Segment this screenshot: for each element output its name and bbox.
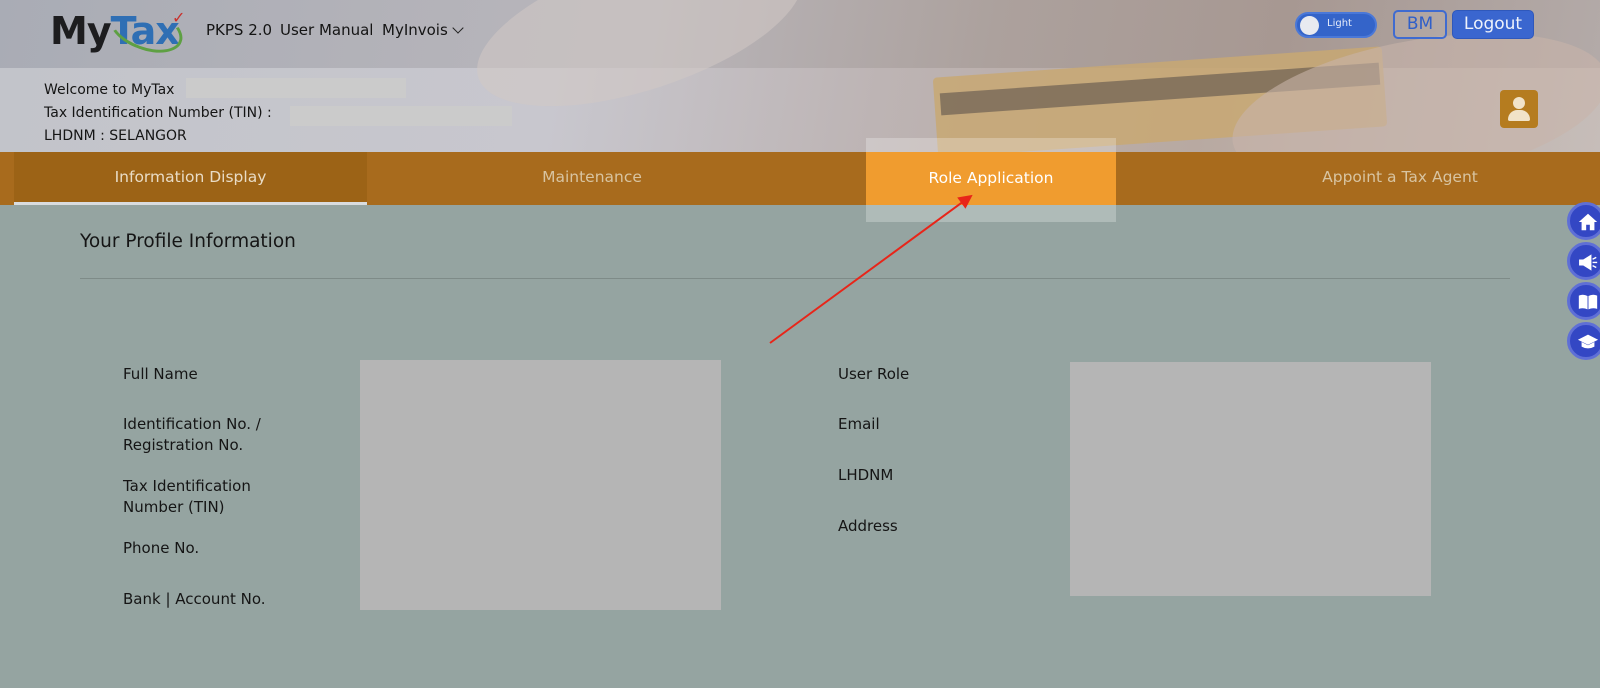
section-divider xyxy=(80,278,1510,279)
tab-role-application[interactable]: Role Application xyxy=(866,152,1116,205)
tab-appoint-tax-agent[interactable]: Appoint a Tax Agent xyxy=(1200,152,1600,205)
banner-photo-hand xyxy=(458,0,822,140)
label-tin-line2: Number (TIN) xyxy=(123,498,225,516)
label-tin-line1: Tax Identification xyxy=(123,477,251,495)
user-profile-button[interactable] xyxy=(1500,90,1538,128)
side-button-learning[interactable] xyxy=(1567,322,1600,360)
graduation-cap-icon xyxy=(1577,334,1599,349)
theme-toggle-label: Light xyxy=(1327,18,1352,29)
logout-button[interactable]: Logout xyxy=(1452,10,1534,39)
chevron-down-icon xyxy=(452,22,464,34)
label-lhdnm: LHDNM xyxy=(838,466,894,484)
theme-toggle[interactable]: Light xyxy=(1295,12,1377,38)
main-tab-bar: Information Display Maintenance Appoint … xyxy=(0,152,1600,205)
nav-link-user-manual[interactable]: User Manual xyxy=(280,20,373,40)
label-bank-account: Bank | Account No. xyxy=(123,590,266,608)
label-user-role: User Role xyxy=(838,365,910,383)
tin-label: Tax Identification Number (TIN) : xyxy=(44,105,272,121)
book-icon xyxy=(1578,294,1598,310)
side-button-manual[interactable] xyxy=(1567,282,1600,320)
user-icon-body xyxy=(1508,110,1530,121)
nav-dropdown-myinvois-label: MyInvois xyxy=(382,21,448,39)
redacted-left-values xyxy=(360,360,721,610)
label-address: Address xyxy=(838,517,898,535)
logo-my-text: My xyxy=(50,9,112,53)
label-email: Email xyxy=(838,415,880,433)
redacted-username xyxy=(186,78,406,98)
user-icon-head xyxy=(1513,97,1525,109)
label-phone: Phone No. xyxy=(123,539,200,557)
side-button-home[interactable] xyxy=(1567,202,1600,240)
language-button[interactable]: BM xyxy=(1393,10,1447,39)
lhdnm-branch: LHDNM : SELANGOR xyxy=(44,128,187,144)
welcome-text: Welcome to MyTax xyxy=(44,82,175,98)
home-icon xyxy=(1578,213,1598,231)
side-button-announcements[interactable] xyxy=(1567,242,1600,280)
megaphone-icon xyxy=(1579,254,1598,271)
logo-check-icon: ✓ xyxy=(172,8,186,27)
header-banner: MyTax ✓ PKPS 2.0 User Manual MyInvois Li… xyxy=(0,0,1600,152)
section-title: Your Profile Information xyxy=(80,231,296,252)
label-id-no-line1: Identification No. / xyxy=(123,415,261,433)
redacted-right-values xyxy=(1070,362,1431,596)
nav-dropdown-myinvois[interactable]: MyInvois xyxy=(382,20,464,40)
tab-information-display[interactable]: Information Display xyxy=(14,152,367,205)
label-id-no-line2: Registration No. xyxy=(123,436,244,454)
tab-maintenance[interactable]: Maintenance xyxy=(392,152,792,205)
label-full-name: Full Name xyxy=(123,365,198,383)
toggle-knob xyxy=(1300,16,1319,35)
nav-link-pkps[interactable]: PKPS 2.0 xyxy=(206,20,272,40)
redacted-tin xyxy=(290,106,512,126)
